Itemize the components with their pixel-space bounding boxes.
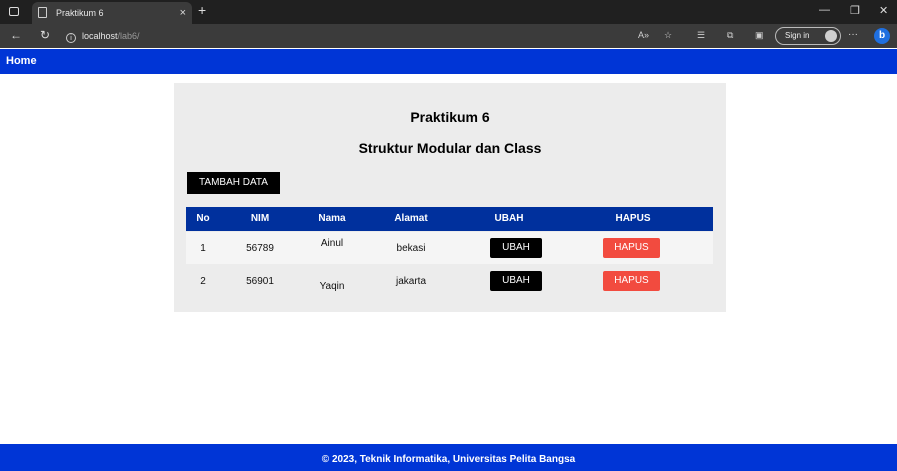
avatar-icon [825, 30, 837, 42]
footer-text: © 2023, Teknik Informatika, Universitas … [321, 454, 576, 465]
add-data-button[interactable]: TAMBAH DATA [187, 172, 280, 194]
cell-nim: 56901 [246, 276, 274, 287]
cell-no: 2 [200, 276, 206, 287]
tab-close-icon[interactable]: × [180, 2, 186, 24]
close-icon[interactable]: ✕ [879, 4, 888, 17]
table-header: No NIM Nama Alamat UBAH HAPUS [186, 207, 713, 231]
hapus-button[interactable]: HAPUS [603, 271, 660, 291]
favorites-icon[interactable]: ☰ [697, 30, 705, 41]
site-footer: © 2023, Teknik Informatika, Universitas … [0, 444, 897, 471]
cell-alamat: bekasi [396, 243, 426, 254]
favorite-add-icon[interactable]: ☆ [664, 30, 672, 41]
ubah-button[interactable]: UBAH [490, 238, 542, 258]
browser-address-bar: ← ↻ i localhost/lab6/ A» ☆ ☰ ⧉ ▣ Sign in … [0, 24, 897, 48]
cell-nama: Yaqin [319, 281, 345, 292]
info-icon[interactable]: i [66, 33, 76, 43]
table-row: 2 56901 Yaqin jakarta UBAH HAPUS [186, 267, 713, 299]
page-title: Praktikum 6 [410, 109, 490, 125]
cell-nama: Ainul [320, 238, 344, 249]
sign-in-button[interactable]: Sign in [775, 27, 841, 45]
cell-alamat: jakarta [395, 276, 426, 287]
bing-copilot-icon[interactable]: b [874, 28, 890, 44]
column-header-alamat: Alamat [394, 213, 428, 224]
content-card: Praktikum 6 Struktur Modular dan Class T… [174, 83, 726, 312]
cell-no: 1 [200, 243, 206, 254]
collections-icon[interactable]: ⧉ [727, 30, 733, 41]
column-header-nama: Nama [318, 213, 346, 224]
ubah-button[interactable]: UBAH [490, 271, 542, 291]
refresh-icon[interactable]: ↻ [40, 28, 50, 42]
site-navbar: Home [0, 49, 897, 74]
page-icon [38, 7, 47, 18]
hapus-button[interactable]: HAPUS [603, 238, 660, 258]
column-header-hapus: HAPUS [615, 213, 651, 224]
page-subtitle: Struktur Modular dan Class [358, 140, 542, 156]
cell-nim: 56789 [246, 243, 274, 254]
window-menu-icon[interactable] [9, 7, 19, 16]
column-header-no: No [196, 213, 210, 224]
more-options-icon[interactable]: ··· [848, 29, 858, 40]
extensions-icon[interactable]: ▣ [755, 30, 764, 41]
back-icon[interactable]: ← [10, 28, 22, 42]
url-path: /lab6/ [117, 31, 140, 41]
restore-icon[interactable]: ❐ [850, 4, 860, 17]
sign-in-label: Sign in [785, 31, 810, 40]
browser-tab-bar: Praktikum 6 × + — ❐ ✕ [0, 0, 897, 24]
home-link[interactable]: Home [6, 55, 37, 67]
browser-tab[interactable]: Praktikum 6 × [32, 2, 192, 24]
tab-title: Praktikum 6 [56, 8, 104, 18]
column-header-nim: NIM [250, 213, 270, 224]
minimize-icon[interactable]: — [819, 4, 830, 16]
url-host: localhost [82, 31, 118, 41]
read-aloud-icon[interactable]: A» [638, 30, 649, 40]
column-header-ubah: UBAH [494, 213, 524, 224]
new-tab-icon[interactable]: + [198, 2, 206, 18]
url-field[interactable]: i localhost/lab6/ [66, 27, 646, 45]
table-row: 1 56789 Ainul bekasi UBAH HAPUS [186, 232, 713, 264]
